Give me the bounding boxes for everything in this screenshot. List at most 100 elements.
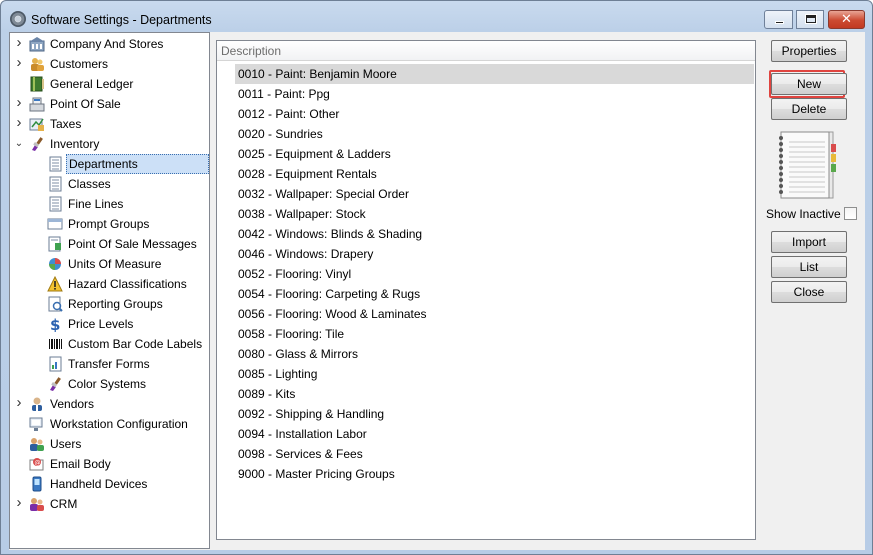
maximize-icon — [805, 14, 817, 24]
tree-item-label: Prompt Groups — [68, 217, 150, 231]
tree-item-hazard-classifications[interactable]: Hazard Classifications — [10, 274, 209, 294]
maximize-button[interactable] — [796, 10, 824, 29]
tree-item-reporting-groups[interactable]: Reporting Groups — [10, 294, 209, 314]
list-row[interactable]: 0056 - Flooring: Wood & Laminates — [235, 304, 754, 324]
delete-button[interactable]: Delete — [771, 98, 847, 120]
tree-item-point-of-sale-messages[interactable]: Point Of Sale Messages — [10, 234, 209, 254]
tree-item-label: General Ledger — [50, 77, 134, 91]
cash-register-icon — [29, 96, 45, 112]
list-row[interactable]: 0038 - Wallpaper: Stock — [235, 204, 754, 224]
collapse-arrow-icon[interactable]: ⌄ — [14, 134, 24, 154]
tree-item-label: Price Levels — [68, 317, 134, 331]
notebook-icon — [775, 130, 837, 200]
minimize-button[interactable] — [764, 10, 793, 29]
tree-item-point-of-sale[interactable]: › Point Of Sale — [10, 94, 209, 114]
show-inactive-label: Show Inactive — [766, 207, 841, 221]
list-row[interactable]: 0011 - Paint: Ppg — [235, 84, 754, 104]
close-window-button[interactable]: ✕ — [828, 10, 865, 29]
crm-icon — [29, 496, 45, 512]
list-row[interactable]: 0028 - Equipment Rentals — [235, 164, 754, 184]
tree-item-label: Email Body — [50, 457, 111, 471]
tree-item-users[interactable]: Users — [10, 434, 209, 454]
tree-item-prompt-groups[interactable]: Prompt Groups — [10, 214, 209, 234]
expand-arrow-icon[interactable]: › — [14, 34, 24, 54]
tree-item-departments[interactable]: Departments — [10, 154, 209, 174]
close-button[interactable]: Close — [771, 281, 847, 303]
expand-arrow-icon[interactable]: › — [14, 54, 24, 74]
list-button[interactable]: List — [771, 256, 847, 278]
tree-item-classes[interactable]: Classes — [10, 174, 209, 194]
tree-item-custom-bar-code-labels[interactable]: Custom Bar Code Labels — [10, 334, 209, 354]
svg-text:@: @ — [35, 460, 41, 467]
tree-item-vendors[interactable]: › Vendors — [10, 394, 209, 414]
building-icon — [29, 36, 45, 52]
show-inactive-checkbox[interactable] — [844, 207, 857, 220]
tree-item-label: Handheld Devices — [50, 477, 148, 491]
tree-item-fine-lines[interactable]: Fine Lines — [10, 194, 209, 214]
tree-item-label: Point Of Sale Messages — [68, 237, 197, 251]
gear-icon — [10, 11, 26, 27]
tree-item-general-ledger[interactable]: General Ledger — [10, 74, 209, 94]
tree-item-customers[interactable]: › Customers — [10, 54, 209, 74]
document-icon — [47, 156, 63, 172]
tree-item-crm[interactable]: › CRM — [10, 494, 209, 514]
list-row[interactable]: 0098 - Services & Fees — [235, 444, 754, 464]
list-row[interactable]: 0080 - Glass & Mirrors — [235, 344, 754, 364]
expand-arrow-icon[interactable]: › — [14, 494, 24, 514]
document-icon — [47, 196, 63, 212]
tree-item-price-levels[interactable]: $ Price Levels — [10, 314, 209, 334]
list-row[interactable]: 0042 - Windows: Blinds & Shading — [235, 224, 754, 244]
departments-list[interactable]: Description 0010 - Paint: Benjamin Moore… — [216, 40, 756, 540]
list-row[interactable]: 0085 - Lighting — [235, 364, 754, 384]
tree-item-taxes[interactable]: › Taxes — [10, 114, 209, 134]
tree-item-label: Transfer Forms — [68, 357, 150, 371]
list-row[interactable]: 0092 - Shipping & Handling — [235, 404, 754, 424]
title-bar[interactable]: Software Settings - Departments ✕ — [1, 1, 872, 33]
tree-item-units-of-measure[interactable]: Units Of Measure — [10, 254, 209, 274]
tree-item-label: Inventory — [50, 137, 100, 151]
list-row[interactable]: 9000 - Master Pricing Groups — [235, 464, 754, 484]
list-row[interactable]: 0054 - Flooring: Carpeting & Rugs — [235, 284, 754, 304]
client-area: › Company And Stores › Customers General Led… — [9, 32, 865, 550]
properties-button[interactable]: Properties — [771, 40, 847, 62]
dollar-icon: $ — [47, 316, 63, 334]
expand-arrow-icon[interactable]: › — [14, 394, 24, 414]
tree-item-handheld-devices[interactable]: Handheld Devices — [10, 474, 209, 494]
message-icon — [47, 236, 63, 252]
list-row[interactable]: 0012 - Paint: Other — [235, 104, 754, 124]
tree-item-label: Workstation Configuration — [50, 417, 188, 431]
paintbrush-icon — [29, 136, 45, 152]
expand-arrow-icon[interactable]: › — [14, 114, 24, 134]
list-row[interactable]: 0032 - Wallpaper: Special Order — [235, 184, 754, 204]
column-header-description[interactable]: Description — [217, 41, 755, 61]
tree-item-company-and-stores[interactable]: › Company And Stores — [10, 34, 209, 54]
list-row[interactable]: 0094 - Installation Labor — [235, 424, 754, 444]
close-icon: ✕ — [841, 11, 852, 26]
tree-item-label: Fine Lines — [68, 197, 124, 211]
list-row[interactable]: 0058 - Flooring: Tile — [235, 324, 754, 344]
list-row[interactable]: 0052 - Flooring: Vinyl — [235, 264, 754, 284]
tree-item-color-systems[interactable]: Color Systems — [10, 374, 209, 394]
import-button[interactable]: Import — [771, 231, 847, 253]
list-row[interactable]: 0020 - Sundries — [235, 124, 754, 144]
settings-tree[interactable]: › Company And Stores › Customers General Led… — [9, 32, 210, 549]
tree-item-inventory[interactable]: ⌄ Inventory — [10, 134, 209, 154]
tree-item-email-body[interactable]: @ Email Body — [10, 454, 209, 474]
tree-item-label: Point Of Sale — [50, 97, 121, 111]
tree-item-label: Custom Bar Code Labels — [68, 337, 203, 351]
report-icon — [47, 296, 63, 312]
expand-arrow-icon[interactable]: › — [14, 94, 24, 114]
email-icon: @ — [29, 456, 45, 472]
list-row[interactable]: 0010 - Paint: Benjamin Moore — [235, 64, 754, 84]
tree-item-label: Units Of Measure — [68, 257, 162, 271]
tree-item-label: Reporting Groups — [68, 297, 163, 311]
list-row[interactable]: 0025 - Equipment & Ladders — [235, 144, 754, 164]
tree-item-workstation-configuration[interactable]: Workstation Configuration — [10, 414, 209, 434]
list-row[interactable]: 0046 - Windows: Drapery — [235, 244, 754, 264]
paintbrush-icon — [47, 376, 63, 392]
software-settings-window: Software Settings - Departments ✕ › Compa… — [0, 0, 873, 555]
tree-item-transfer-forms[interactable]: Transfer Forms — [10, 354, 209, 374]
transfer-form-icon — [47, 356, 63, 372]
new-button[interactable]: New — [771, 73, 847, 95]
list-row[interactable]: 0089 - Kits — [235, 384, 754, 404]
